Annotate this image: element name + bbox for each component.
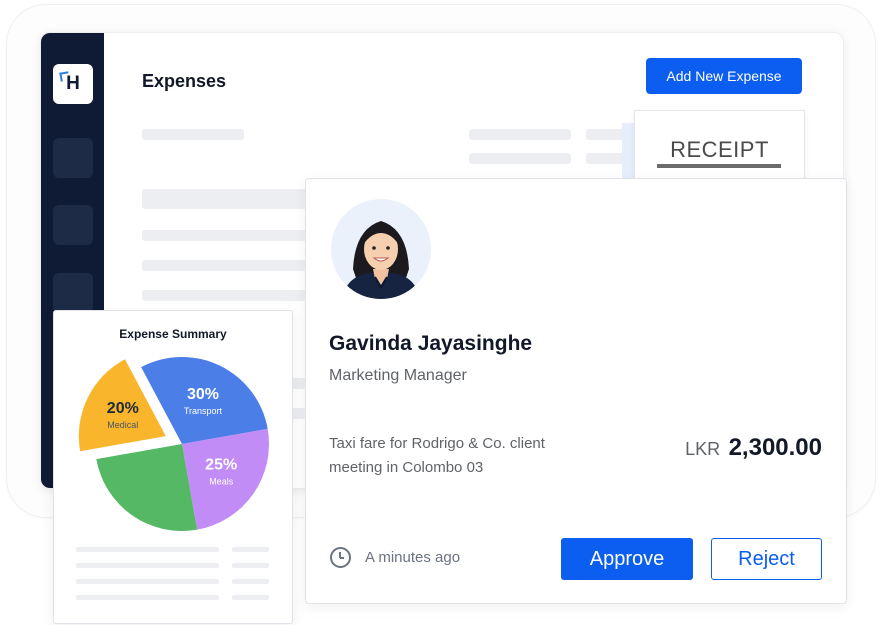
clock-icon [330, 547, 351, 568]
submitted-time: A minutes ago [365, 549, 461, 566]
expense-request-card: Gavinda Jayasinghe Marketing Manager Tax… [305, 178, 847, 604]
placeholder-line [232, 579, 269, 584]
employee-role: Marketing Manager [329, 367, 467, 384]
logo-letter: H [66, 73, 80, 94]
placeholder-line [232, 595, 269, 600]
pie-percent-label: 25% [205, 456, 237, 473]
stage: H Expenses Add New Expense RECEIPT Gavin… [0, 0, 882, 625]
placeholder-line [76, 563, 219, 568]
expense-amount: LKR 2,300.00 [685, 434, 822, 462]
currency-code: LKR [685, 439, 721, 459]
pie-category-label: Meals [209, 476, 234, 486]
pie-slice-unlabeled [96, 444, 198, 531]
sidebar-item[interactable] [53, 273, 93, 313]
placeholder-line [76, 595, 219, 600]
app-logo[interactable]: H [53, 64, 93, 104]
expense-summary-card: Expense Summary 30% Transport 25% Meals 20% M… [53, 310, 293, 624]
placeholder-line [142, 129, 244, 140]
placeholder-line [76, 547, 219, 552]
amount-value: 2,300.00 [728, 434, 822, 461]
person-icon [331, 199, 431, 299]
pie-percent-label: 20% [107, 400, 139, 417]
approve-button[interactable]: Approve [561, 538, 693, 580]
placeholder-line [76, 579, 219, 584]
avatar [331, 199, 431, 299]
page-title: Expenses [142, 71, 227, 91]
placeholder-line [469, 153, 571, 164]
receipt-title: RECEIPT [670, 137, 769, 162]
pie-category-label: Transport [184, 406, 223, 416]
placeholder-line [232, 547, 269, 552]
employee-name: Gavinda Jayasinghe [329, 332, 533, 355]
pie-percent-label: 30% [187, 386, 219, 403]
placeholder-line [232, 563, 269, 568]
add-new-expense-button[interactable]: Add New Expense [646, 58, 802, 94]
placeholder-line [469, 129, 571, 140]
receipt-divider [657, 164, 781, 168]
pie-category-label: Medical [107, 420, 138, 430]
expense-description: Taxi fare for Rodrigo & Co. client meeti… [329, 435, 545, 476]
sidebar-item[interactable] [53, 138, 93, 178]
expense-pie-chart: 30% Transport 25% Meals 20% Medical [78, 357, 269, 531]
reject-button[interactable]: Reject [711, 538, 822, 580]
sidebar-item[interactable] [53, 205, 93, 245]
